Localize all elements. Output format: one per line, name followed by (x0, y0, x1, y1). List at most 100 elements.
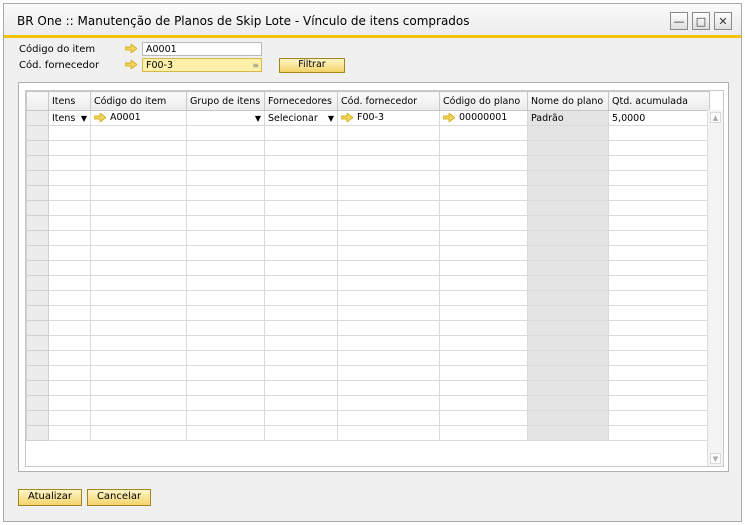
grid-cell[interactable] (186, 290, 265, 306)
column-header-item-code[interactable]: Código do item (90, 91, 187, 111)
grid-cell[interactable] (337, 200, 440, 216)
row-number-cell[interactable] (26, 380, 49, 396)
table-row[interactable] (26, 230, 710, 246)
grid-cell[interactable] (264, 350, 338, 366)
grid-cell[interactable] (608, 335, 710, 351)
grid-cell[interactable] (439, 425, 528, 441)
grid-cell[interactable] (264, 230, 338, 246)
grid-cell[interactable] (608, 230, 710, 246)
table-row[interactable] (26, 260, 710, 276)
grid-cell[interactable] (608, 215, 710, 231)
grid-cell[interactable] (186, 170, 265, 186)
grid-cell[interactable] (264, 185, 338, 201)
row-number-cell[interactable] (26, 275, 49, 291)
grid-cell[interactable] (48, 320, 91, 336)
row-number-cell[interactable] (26, 140, 49, 156)
grid-cell[interactable] (90, 305, 187, 321)
grid-cell[interactable] (608, 305, 710, 321)
grid-cell[interactable] (439, 380, 528, 396)
grid-cell[interactable] (90, 380, 187, 396)
suppliers-cell[interactable]: Selecionar ▼ (264, 110, 338, 126)
grid-cell[interactable] (337, 260, 440, 276)
grid-cell[interactable] (337, 380, 440, 396)
cancel-button[interactable]: Cancelar (87, 489, 151, 506)
grid-cell[interactable] (90, 155, 187, 171)
grid-cell[interactable] (439, 350, 528, 366)
grid-cell[interactable] (337, 320, 440, 336)
row-number-cell[interactable] (26, 125, 49, 141)
grid-cell[interactable] (186, 230, 265, 246)
grid-cell[interactable] (48, 410, 91, 426)
table-row[interactable] (26, 170, 710, 186)
grid-cell[interactable] (439, 260, 528, 276)
grid-cell[interactable] (264, 410, 338, 426)
maximize-button[interactable]: □ (692, 12, 710, 30)
grid-cell[interactable] (186, 365, 265, 381)
grid-cell[interactable] (186, 140, 265, 156)
row-number-cell[interactable] (26, 200, 49, 216)
grid-cell[interactable] (337, 170, 440, 186)
grid-cell[interactable] (90, 140, 187, 156)
link-arrow-icon[interactable] (125, 60, 137, 69)
scroll-up-icon[interactable]: ▲ (710, 112, 721, 123)
grid-cell[interactable] (264, 170, 338, 186)
grid-cell[interactable] (48, 140, 91, 156)
grid-cell[interactable] (90, 290, 187, 306)
itens-cell[interactable]: Itens ▼ (48, 110, 91, 126)
vertical-scrollbar[interactable]: ▲ ▼ (707, 110, 723, 466)
grid-cell[interactable] (337, 215, 440, 231)
minimize-button[interactable]: — (670, 12, 688, 30)
grid-cell[interactable] (186, 305, 265, 321)
grid-cell[interactable] (608, 245, 710, 261)
row-number-cell[interactable] (26, 365, 49, 381)
grid-cell[interactable] (439, 125, 528, 141)
grid-cell[interactable] (186, 155, 265, 171)
row-number-cell[interactable] (26, 290, 49, 306)
grid-cell[interactable] (337, 155, 440, 171)
row-number-cell[interactable] (26, 320, 49, 336)
grid-cell[interactable] (90, 125, 187, 141)
grid-cell[interactable] (264, 335, 338, 351)
grid-cell[interactable] (90, 170, 187, 186)
grid-cell[interactable] (264, 125, 338, 141)
grid-cell[interactable] (337, 350, 440, 366)
table-row[interactable] (26, 275, 710, 291)
grid-cell[interactable] (90, 260, 187, 276)
grid-cell[interactable] (337, 245, 440, 261)
grid-cell[interactable] (48, 305, 91, 321)
grid-cell[interactable] (186, 185, 265, 201)
grid-cell[interactable] (337, 425, 440, 441)
table-row[interactable] (26, 335, 710, 351)
grid-cell[interactable] (608, 350, 710, 366)
table-row[interactable] (26, 155, 710, 171)
table-row[interactable] (26, 425, 710, 441)
grid-cell[interactable] (90, 395, 187, 411)
link-arrow-icon[interactable] (341, 112, 353, 122)
column-header-supplier-code[interactable]: Cód. fornecedor (337, 91, 440, 111)
row-number-cell[interactable] (26, 410, 49, 426)
grid-cell[interactable] (186, 275, 265, 291)
table-row[interactable] (26, 350, 710, 366)
grid-cell[interactable] (90, 365, 187, 381)
grid-cell[interactable] (337, 290, 440, 306)
accumulated-qty-cell[interactable]: 5,0000 (608, 110, 710, 126)
grid-cell[interactable] (439, 215, 528, 231)
grid-cell[interactable] (439, 245, 528, 261)
grid-cell[interactable] (48, 275, 91, 291)
grid-cell[interactable] (264, 425, 338, 441)
grid-cell[interactable] (608, 200, 710, 216)
grid-cell[interactable] (90, 185, 187, 201)
grid-cell[interactable] (90, 350, 187, 366)
grid-cell[interactable] (439, 305, 528, 321)
grid-cell[interactable] (337, 305, 440, 321)
grid-cell[interactable] (264, 290, 338, 306)
supplier-code-field[interactable]: F00-3 ≡ (142, 58, 262, 72)
grid-cell[interactable] (48, 185, 91, 201)
dropdown-arrow-icon[interactable]: ▼ (81, 114, 87, 123)
grid-cell[interactable] (186, 320, 265, 336)
item-group-cell[interactable]: ▼ (186, 110, 265, 126)
grid-cell[interactable] (608, 290, 710, 306)
grid-cell[interactable] (264, 140, 338, 156)
grid-cell[interactable] (90, 425, 187, 441)
link-arrow-icon[interactable] (443, 112, 455, 122)
